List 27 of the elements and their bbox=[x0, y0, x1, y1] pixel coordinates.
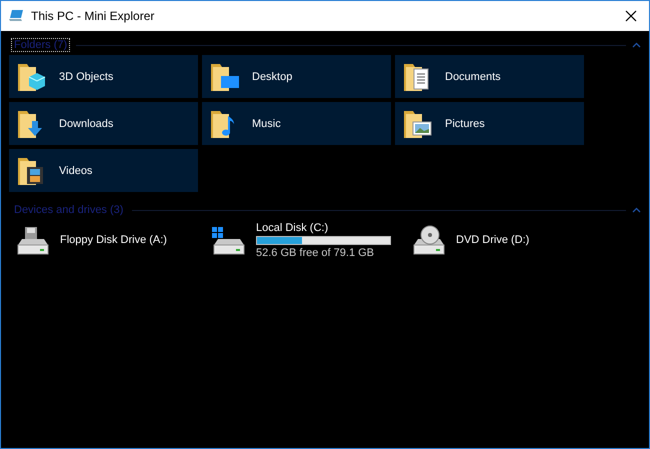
drive-label: Local Disk (C:) bbox=[256, 222, 330, 234]
drive-label: DVD Drive (D:) bbox=[456, 234, 530, 246]
close-icon bbox=[625, 10, 637, 22]
folder-tile[interactable]: 3D Objects bbox=[9, 55, 198, 98]
folder-tile[interactable]: Desktop bbox=[202, 55, 391, 98]
free-space-text: 52.6 GB free of 79.1 GB bbox=[256, 246, 376, 258]
folder-label: Desktop bbox=[252, 70, 292, 82]
drive-item[interactable]: Local Disk (C:) 52.6 GB free of 79.1 GB bbox=[206, 220, 406, 260]
folder-label: Downloads bbox=[59, 118, 114, 130]
folder-tile[interactable]: Videos bbox=[9, 149, 198, 192]
folder-tile[interactable]: Pictures bbox=[395, 102, 584, 145]
folder-label: Music bbox=[252, 118, 281, 130]
window-title: This PC - Mini Explorer bbox=[31, 9, 156, 23]
folder-tile[interactable]: Downloads bbox=[9, 102, 198, 145]
folder-label: 3D Objects bbox=[59, 70, 114, 82]
drive-icon bbox=[210, 225, 246, 255]
folder-label: Pictures bbox=[445, 118, 485, 130]
drive-item[interactable]: DVD Drive (D:) bbox=[406, 220, 534, 260]
drive-label: Floppy Disk Drive (A:) bbox=[60, 234, 167, 246]
chevron-icon[interactable] bbox=[632, 42, 641, 48]
folder-tile[interactable]: Documents bbox=[395, 55, 584, 98]
computer-icon bbox=[9, 9, 25, 23]
folder-tile[interactable]: Music bbox=[202, 102, 391, 145]
folder-label: Documents bbox=[445, 70, 501, 82]
drive-item[interactable]: Floppy Disk Drive (A:) bbox=[10, 220, 206, 260]
chevron-icon[interactable] bbox=[632, 207, 641, 213]
folder-label: Videos bbox=[59, 164, 92, 176]
